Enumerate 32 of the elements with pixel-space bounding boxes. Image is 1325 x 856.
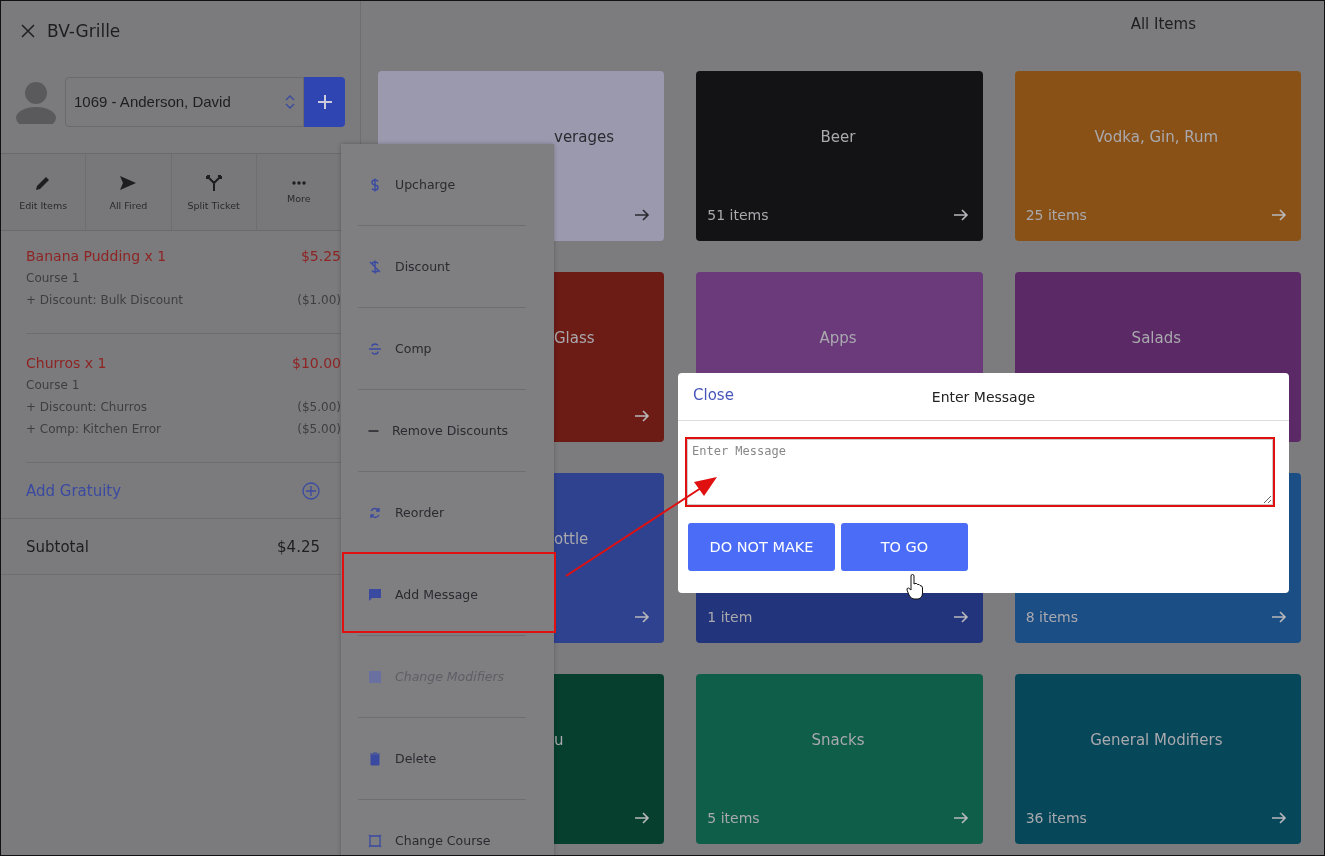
category-name: verages <box>554 128 615 146</box>
adjustment-amount: ($5.00) <box>297 399 341 416</box>
item-price: $5.25 <box>300 247 341 266</box>
item-name: Banana Pudding x 1 <box>26 247 167 266</box>
category-name: Snacks <box>811 731 865 749</box>
category-name: Glass <box>554 329 595 347</box>
item-count: 8 items <box>1025 609 1078 625</box>
item-count: 25 items <box>1025 207 1087 223</box>
item-count: 1 item <box>707 609 753 625</box>
category-name: Apps <box>819 329 857 347</box>
item-price: $10.00 <box>292 354 341 373</box>
item-count: 5 items <box>707 810 760 826</box>
item-count: 36 items <box>1025 810 1087 826</box>
category-name: u <box>554 731 564 749</box>
adjustment-label: + Discount: Churros <box>26 399 147 416</box>
item-count: 51 items <box>707 207 769 223</box>
course-label: Course 1 <box>26 270 80 287</box>
adjustment-label: + Discount: Bulk Discount <box>26 292 184 309</box>
course-label: Course 1 <box>26 377 80 394</box>
category-name: ottle <box>554 530 589 548</box>
category-name: Vodka, Gin, Rum <box>1094 128 1219 146</box>
item-name: Churros x 1 <box>26 354 107 373</box>
subtotal-value: $4.25 <box>277 537 320 556</box>
subtotal-label: Subtotal <box>26 537 89 556</box>
adjustment-amount: ($1.00) <box>297 292 341 309</box>
adjustment-amount: ($5.00) <box>297 421 341 438</box>
category-name: Salads <box>1131 329 1182 347</box>
page-title: All Items <box>1130 15 1196 33</box>
app-title: BV-Grille <box>47 21 121 41</box>
category-name: Beer <box>820 128 856 146</box>
adjustment-label: + Comp: Kitchen Error <box>26 421 161 438</box>
category-name: General Modifiers <box>1090 731 1223 749</box>
